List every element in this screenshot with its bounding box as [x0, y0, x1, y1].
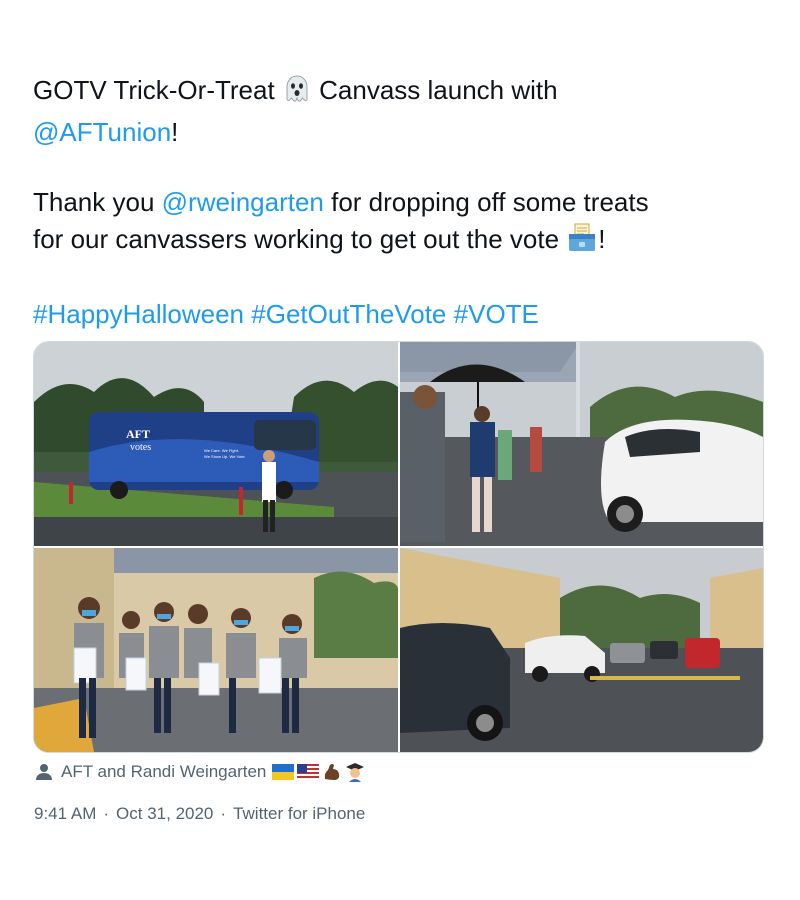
tweet-time[interactable]: 9:41 AM: [34, 804, 96, 824]
hashtag-vote-link[interactable]: #VOTE: [454, 299, 539, 329]
tagged-users[interactable]: AFT and Randi Weingarten: [35, 758, 365, 786]
hashtag-happyhalloween-link[interactable]: #HappyHalloween: [33, 299, 244, 329]
bus-slogan-line-2: We Show Up. We Vote.: [204, 454, 246, 459]
tweet-text-segment: for dropping off some treats: [323, 187, 649, 217]
bus-votes-text: votes: [130, 442, 151, 453]
mention-aftunion-link[interactable]: @AFTunion: [33, 117, 171, 147]
tweet-text-segment: GOTV Trick-Or-Treat: [33, 75, 282, 105]
separator-dot: ·: [103, 804, 110, 823]
tweet-text-segment: Thank you: [33, 187, 162, 217]
tweet-text-segment: for our canvassers working to get out th…: [33, 224, 567, 254]
ghost-emoji-icon: [282, 74, 312, 114]
tagged-users-text: AFT and Randi Weingarten: [61, 762, 267, 781]
mention-rweingarten-link[interactable]: @rweingarten: [162, 187, 324, 217]
tweet-text-segment: Canvass launch with: [311, 75, 558, 105]
tweet-line-2: @AFTunion!: [33, 114, 773, 151]
us-flag-emoji-icon: [297, 764, 320, 780]
ukraine-flag-emoji-icon: [272, 764, 295, 780]
tweet-line-3: Thank you @rweingarten for dropping off …: [33, 184, 773, 221]
tweet-hashtags: #HappyHalloween #GetOutTheVote #VOTE: [33, 296, 773, 333]
teacher-emoji-icon: [346, 763, 365, 782]
tweet-line-4: for our canvassers working to get out th…: [33, 221, 773, 263]
separator-dot: ·: [220, 804, 227, 823]
flexed-biceps-emoji-icon: [325, 764, 340, 780]
photo-cars-in-rain[interactable]: [400, 548, 763, 752]
photo-bus[interactable]: AFT votes We Care. We Fight. We Show Up.…: [34, 342, 398, 546]
tweet-text: GOTV Trick-Or-Treat Canvass launch with …: [33, 72, 773, 333]
tweet-metadata: 9:41 AM · Oct 31, 2020 · Twitter for iPh…: [34, 804, 365, 824]
hashtag-getoutthevote-link[interactable]: #GetOutTheVote: [251, 299, 446, 329]
photo-canvassers-umbrella[interactable]: [400, 342, 763, 546]
tweet-text-segment: !: [171, 117, 179, 147]
ballot-box-emoji-icon: [566, 223, 598, 263]
tagged-emojis: [272, 762, 365, 782]
tweet-source[interactable]: Twitter for iPhone: [233, 804, 365, 824]
tweet-text-segment: !: [598, 224, 606, 254]
bus-aft-logo-text: AFT: [126, 427, 150, 441]
tweet-line-1: GOTV Trick-Or-Treat Canvass launch with: [33, 72, 773, 114]
media-grid: AFT votes We Care. We Fight. We Show Up.…: [33, 341, 764, 753]
bus-slogan-line-1: We Care. We Fight.: [204, 448, 239, 453]
person-icon: [36, 764, 52, 780]
tweet-date[interactable]: Oct 31, 2020: [116, 804, 213, 824]
photo-volunteers-with-bags[interactable]: [34, 548, 398, 752]
